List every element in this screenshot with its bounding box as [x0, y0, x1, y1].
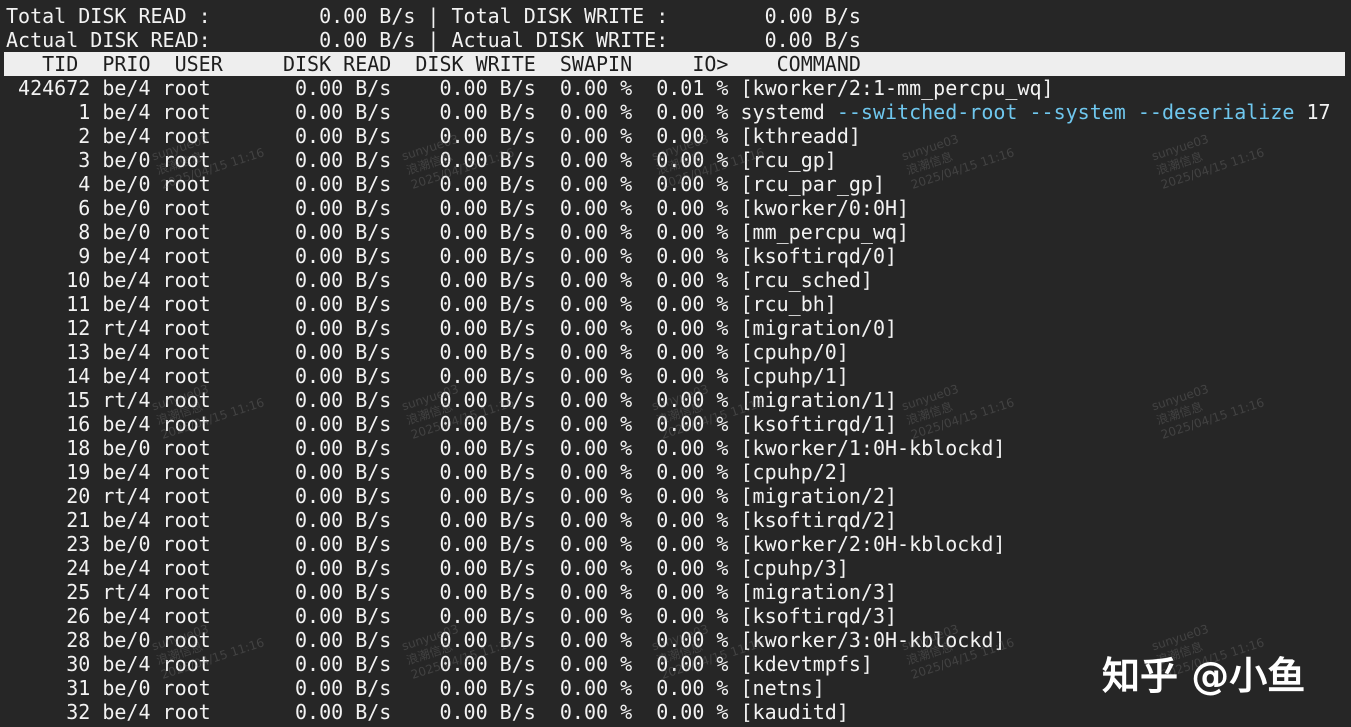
process-row: 14 be/4 root 0.00 B/s 0.00 B/s 0.00 % 0.…: [6, 364, 849, 388]
process-row: 25 rt/4 root 0.00 B/s 0.00 B/s 0.00 % 0.…: [6, 580, 898, 604]
process-row: 4 be/0 root 0.00 B/s 0.00 B/s 0.00 % 0.0…: [6, 172, 885, 196]
command-arg: 17: [1294, 100, 1331, 124]
process-row: 26 be/4 root 0.00 B/s 0.00 B/s 0.00 % 0.…: [6, 604, 898, 628]
process-row: 19 be/4 root 0.00 B/s 0.00 B/s 0.00 % 0.…: [6, 460, 849, 484]
process-row: 2 be/4 root 0.00 B/s 0.00 B/s 0.00 % 0.0…: [6, 124, 861, 148]
process-row: 15 rt/4 root 0.00 B/s 0.00 B/s 0.00 % 0.…: [6, 388, 898, 412]
command-name: systemd: [740, 100, 825, 124]
total-disk-summary: Total DISK READ : 0.00 B/s | Total DISK …: [6, 4, 861, 28]
process-row: 13 be/4 root 0.00 B/s 0.00 B/s 0.00 % 0.…: [6, 340, 849, 364]
process-row: 424672 be/4 root 0.00 B/s 0.00 B/s 0.00 …: [6, 76, 1054, 100]
process-row: 12 rt/4 root 0.00 B/s 0.00 B/s 0.00 % 0.…: [6, 316, 898, 340]
process-row: 9 be/4 root 0.00 B/s 0.00 B/s 0.00 % 0.0…: [6, 244, 898, 268]
process-row: 6 be/0 root 0.00 B/s 0.00 B/s 0.00 % 0.0…: [6, 196, 910, 220]
process-row: 11 be/4 root 0.00 B/s 0.00 B/s 0.00 % 0.…: [6, 292, 837, 316]
process-row: 21 be/4 root 0.00 B/s 0.00 B/s 0.00 % 0.…: [6, 508, 898, 532]
process-row: 18 be/0 root 0.00 B/s 0.00 B/s 0.00 % 0.…: [6, 436, 1006, 460]
process-row-systemd: 1 be/4 root 0.00 B/s 0.00 B/s 0.00 % 0.0…: [6, 100, 1345, 124]
process-row: 32 be/4 root 0.00 B/s 0.00 B/s 0.00 % 0.…: [6, 700, 849, 724]
process-row: 20 rt/4 root 0.00 B/s 0.00 B/s 0.00 % 0.…: [6, 484, 898, 508]
process-row: 23 be/0 root 0.00 B/s 0.00 B/s 0.00 % 0.…: [6, 532, 1006, 556]
command-flags: --switched-root --system --deserialize: [824, 100, 1295, 124]
process-row: 8 be/0 root 0.00 B/s 0.00 B/s 0.00 % 0.0…: [6, 220, 910, 244]
row-fields: 1 be/4 root 0.00 B/s 0.00 B/s 0.00 % 0.0…: [6, 100, 741, 124]
process-row: 16 be/4 root 0.00 B/s 0.00 B/s 0.00 % 0.…: [6, 412, 898, 436]
iotop-terminal[interactable]: Total DISK READ : 0.00 B/s | Total DISK …: [4, 4, 1345, 724]
actual-disk-summary: Actual DISK READ: 0.00 B/s | Actual DISK…: [6, 28, 861, 52]
process-row: 24 be/4 root 0.00 B/s 0.00 B/s 0.00 % 0.…: [6, 556, 849, 580]
zhihu-brand-watermark: 知乎 @小鱼: [1102, 654, 1306, 698]
process-row: 10 be/4 root 0.00 B/s 0.00 B/s 0.00 % 0.…: [6, 268, 873, 292]
process-row: 3 be/0 root 0.00 B/s 0.00 B/s 0.00 % 0.0…: [6, 148, 837, 172]
column-header[interactable]: TID PRIO USER DISK READ DISK WRITE SWAPI…: [4, 52, 1345, 76]
